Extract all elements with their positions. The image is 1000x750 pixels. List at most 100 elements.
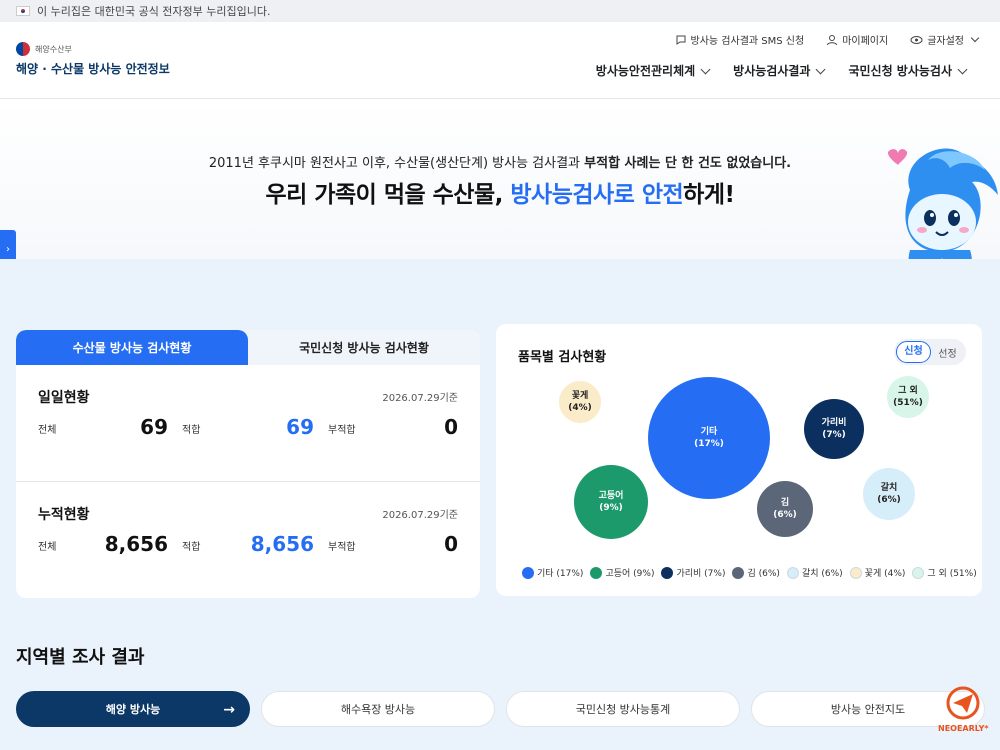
bubble-scallop-circle	[804, 399, 864, 459]
bubble-crab[interactable]: 꽃게 (4%)	[557, 379, 603, 425]
daily-fail-label: 부적합	[328, 425, 356, 436]
main-content: 수산물 방사능 검사현황 국민신청 방사능 검사현황 일일현황 2026.07.…	[0, 259, 1000, 750]
paper-plane-icon	[946, 686, 980, 720]
status-tabs: 수산물 방사능 검사현황 국민신청 방사능 검사현황	[16, 330, 480, 365]
nav-item-test-results[interactable]: 방사능검사결과	[733, 62, 826, 79]
site-title: 해양 · 수산물 방사능 안전정보	[16, 62, 170, 76]
font-setting-button[interactable]: 글자설정	[910, 32, 980, 47]
legend-hairtail: 갈치 (6%)	[786, 566, 843, 579]
daily-total-value: 69	[140, 415, 168, 439]
legend-others: 그 외 (51%)	[912, 566, 977, 579]
cumulative-status-date: 2026.07.29기준	[382, 510, 458, 521]
marine-radiation-button[interactable]: 해양 방사능 →	[16, 691, 250, 727]
legend-crab-label: 꽃게 (4%)	[864, 569, 906, 579]
daily-pass-label: 적합	[182, 425, 201, 436]
bubble-scallop[interactable]: 가리비 (7%)	[804, 399, 864, 459]
bubble-laver-label: (6%)	[773, 510, 797, 520]
gov-banner-text: 이 누리집은 대한민국 공식 전자정부 누리집입니다.	[37, 5, 271, 18]
bubble-others-label: 그 외	[898, 384, 918, 396]
nav-item-safety-system[interactable]: 방사능안전관리체계	[596, 62, 711, 79]
cumulative-total-value: 8,656	[104, 532, 168, 556]
korea-flag-icon	[16, 6, 30, 16]
hero-subtitle: 2011년 후쿠시마 원전사고 이후, 수산물(생산단계) 방사능 검사결과 부…	[208, 156, 792, 171]
utility-menu: 방사능 검사결과 SMS 신청 마이페이지 글자설정	[675, 32, 980, 47]
legend-etc-swatch	[522, 566, 534, 579]
public-request-stats-button[interactable]: 국민신청 방사능통계	[506, 691, 740, 727]
bubble-mackerel-label: (9%)	[599, 503, 623, 513]
cumulative-fail-value: 0	[444, 532, 458, 556]
legend-laver: 김 (6%)	[732, 566, 780, 579]
bubble-mackerel-label: 고등어	[599, 489, 624, 501]
mypage-link[interactable]: 마이페이지	[826, 32, 888, 47]
region-section-title: 지역별 조사 결과	[16, 647, 145, 668]
legend-crab: 꽃게 (4%)	[849, 566, 906, 579]
cumulative-fail-label: 부적합	[328, 542, 356, 553]
chevron-down-icon	[816, 64, 826, 74]
region-buttons: 해양 방사능 → 해수욕장 방사능 국민신청 방사능통계 방사능 안전지도	[16, 691, 985, 727]
bubble-hairtail[interactable]: 갈치 (6%)	[861, 466, 917, 522]
item-bubble-chart: 기타 (17%) 고등어 (9%) 가리비 (7%) 김 (6%) 갈치 (6%) 꽃게 (4%) 그 …	[557, 374, 931, 539]
daily-pass-value: 69	[286, 415, 314, 439]
daily-status: 일일현황 2026.07.29기준 전체 69 적합 69 부적합 0	[16, 365, 480, 481]
legend-others-swatch	[912, 566, 925, 579]
legend-laver-label: 김 (6%)	[747, 569, 780, 579]
bubble-scallop-label: (7%)	[822, 430, 846, 440]
bubble-etc[interactable]: 기타 (17%)	[648, 377, 770, 499]
bubble-etc-circle	[648, 377, 770, 499]
bubble-crab-label: (4%)	[568, 403, 592, 413]
bubble-mackerel-circle	[574, 465, 648, 539]
daily-total-label: 전체	[38, 425, 57, 436]
tab-public-request-inspection[interactable]: 국민신청 방사능 검사현황	[248, 330, 480, 365]
bubble-hairtail-label: 갈치	[881, 481, 898, 493]
user-icon	[827, 34, 838, 45]
bubble-others[interactable]: 그 외 (51%)	[885, 374, 931, 420]
bubble-crab-label: 꽃게	[572, 389, 589, 401]
bubble-laver-circle	[757, 481, 813, 537]
cumulative-total-label: 전체	[38, 542, 57, 553]
neoearly-logo: NEOEARLY*	[938, 686, 989, 733]
bubble-crab-circle	[557, 379, 603, 425]
inspection-status-card: 수산물 방사능 검사현황 국민신청 방사능 검사현황 일일현황 2026.07.…	[16, 330, 480, 598]
legend-scallop-label: 가리비 (7%)	[676, 569, 726, 579]
beach-radiation-button[interactable]: 해수욕장 방사능	[261, 691, 495, 727]
nav-item-public-request[interactable]: 국민신청 방사능검사	[848, 62, 968, 79]
bubble-mackerel[interactable]: 고등어 (9%)	[574, 465, 648, 539]
bubble-etc-label: 기타	[701, 425, 718, 437]
arrow-right-icon: →	[223, 702, 235, 718]
cumulative-pass-value: 8,656	[250, 532, 314, 556]
daily-status-date: 2026.07.29기준	[382, 393, 458, 404]
chevron-down-icon	[700, 64, 711, 74]
bubble-laver[interactable]: 김 (6%)	[757, 481, 813, 537]
chevron-down-icon	[957, 64, 968, 74]
ministry-emblem-icon	[16, 42, 30, 56]
bubble-others-label: (51%)	[893, 398, 923, 408]
chevron-down-icon	[970, 33, 980, 43]
legend-hairtail-label: 갈치 (6%)	[801, 569, 843, 579]
sms-request-link[interactable]: 방사능 검사결과 SMS 신청	[675, 32, 804, 47]
cumulative-status: 누적현황 2026.07.29기준 전체 8,656 적합 8,656 부적합 …	[16, 481, 480, 597]
bubble-hairtail-label: (6%)	[877, 495, 901, 505]
site-header: 해양수산부 해양 · 수산물 방사능 안전정보 방사능 검사결과 SMS 신청 …	[0, 22, 1000, 99]
legend-scallop: 가리비 (7%)	[661, 566, 725, 579]
legend-scallop-swatch	[661, 566, 674, 579]
bubble-scallop-label: 가리비	[822, 416, 847, 428]
site-logo[interactable]: 해양수산부 해양 · 수산물 방사능 안전정보	[16, 42, 170, 77]
tab-seafood-inspection[interactable]: 수산물 방사능 검사현황	[16, 330, 248, 365]
legend-mackerel-swatch	[590, 566, 603, 579]
chat-icon	[676, 35, 686, 45]
bubble-hairtail-circle	[861, 466, 917, 522]
gov-banner: 이 누리집은 대한민국 공식 전자정부 누리집입니다.	[0, 0, 1000, 22]
ministry-name: 해양수산부	[35, 44, 72, 54]
legend-hairtail-swatch	[786, 566, 799, 579]
legend-mackerel-label: 고등어 (9%)	[605, 569, 655, 579]
legend-etc: 기타 (17%)	[522, 566, 583, 579]
chevron-right-icon: ›	[6, 243, 10, 255]
main-nav: 방사능안전관리체계 방사능검사결과 국민신청 방사능검사	[596, 62, 968, 79]
hero-title: 우리 가족이 먹을 수산물, 방사능검사로 안전하게!	[265, 182, 735, 208]
hero-section: 2011년 후쿠시마 원전사고 이후, 수산물(생산단계) 방사능 검사결과 부…	[0, 99, 1000, 259]
eye-icon	[910, 35, 923, 44]
item-inspection-card: 품목별 검사현황 신청 선정 기타 (17%) 고등어 (9%) 가리비 (7%) 김 (6%…	[496, 324, 982, 596]
daily-fail-value: 0	[444, 415, 458, 439]
legend-mackerel: 고등어 (9%)	[590, 566, 654, 579]
legend-crab-swatch	[849, 566, 862, 579]
